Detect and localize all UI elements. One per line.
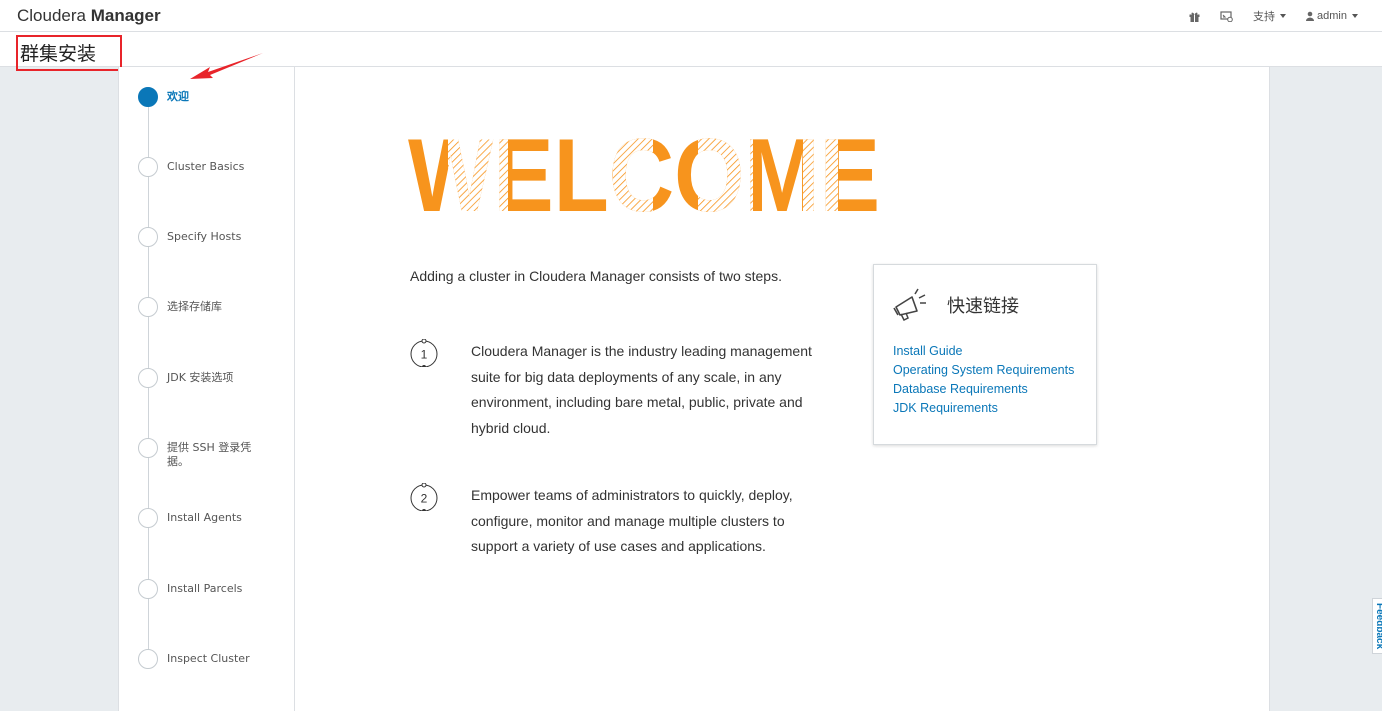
step-9[interactable]: Inspect Cluster xyxy=(138,649,267,669)
step-8[interactable]: Install Parcels xyxy=(138,579,267,599)
link-install-guide[interactable]: Install Guide xyxy=(893,342,1074,361)
admin-label: admin xyxy=(1317,10,1347,22)
step-indicator-icon xyxy=(138,297,158,317)
step-label: 欢迎 xyxy=(167,90,189,103)
step-indicator-icon xyxy=(138,508,158,528)
support-menu[interactable]: 支持 xyxy=(1253,8,1287,24)
admin-menu[interactable]: admin xyxy=(1306,10,1358,22)
welcome-banner: WELCOME WELCOME xyxy=(408,135,880,215)
step-6[interactable]: 提供 SSH 登录凭据。 xyxy=(138,438,267,470)
step-indicator-icon xyxy=(138,438,158,458)
number-1-icon: 1 xyxy=(410,339,438,367)
step-description-2-text: Empower teams of administrators to quick… xyxy=(471,487,793,554)
gift-button[interactable] xyxy=(1189,11,1200,22)
wizard-steps-panel: 欢迎 Cluster Basics Specify Hosts 选择存储库 JDK 安装… xyxy=(118,67,295,711)
caret-down-icon xyxy=(1352,14,1358,18)
step-indicator-icon xyxy=(138,157,158,177)
step-4[interactable]: 选择存储库 xyxy=(138,297,267,317)
number-2: 2 xyxy=(421,492,428,506)
feedback-tab[interactable]: Feedback xyxy=(1372,598,1382,654)
running-commands-button[interactable] xyxy=(1220,10,1233,22)
link-jdk-requirements[interactable]: JDK Requirements xyxy=(893,399,1074,418)
step-1[interactable]: 欢迎 xyxy=(138,87,267,107)
step-indicator-icon xyxy=(138,87,158,107)
quick-links-list: Install Guide Operating System Requireme… xyxy=(893,342,1074,418)
gift-icon xyxy=(1189,12,1200,22)
intro-text: Adding a cluster in Cloudera Manager con… xyxy=(410,268,782,284)
step-indicator-icon xyxy=(138,368,158,388)
step-5[interactable]: JDK 安装选项 xyxy=(138,368,267,388)
step-indicator-icon xyxy=(138,579,158,599)
navbar-right: 支持 admin xyxy=(1189,0,1358,32)
number-1: 1 xyxy=(421,348,428,362)
annotation-highlight-box xyxy=(16,35,122,71)
link-database-requirements[interactable]: Database Requirements xyxy=(893,380,1074,399)
user-icon xyxy=(1306,11,1315,21)
annotation-arrow xyxy=(190,53,263,79)
brand-text-bold: Manager xyxy=(90,6,161,25)
step-label: Specify Hosts xyxy=(167,230,242,243)
top-navbar: Cloudera Manager 支持 admin xyxy=(0,0,1382,32)
quick-links-title: 快速链接 xyxy=(947,296,1019,317)
brand-logo[interactable]: Cloudera Manager xyxy=(17,6,161,26)
running-commands-icon xyxy=(1220,10,1233,22)
step-2[interactable]: Cluster Basics xyxy=(138,157,267,177)
step-label: Cluster Basics xyxy=(167,160,245,173)
number-2-icon: 2 xyxy=(410,483,438,511)
megaphone-icon xyxy=(893,288,926,321)
step-label: Install Agents xyxy=(167,511,242,524)
step-label: 提供 SSH 登录凭据。 xyxy=(167,441,252,469)
step-label: 选择存储库 xyxy=(167,300,222,313)
feedback-label: Feedback xyxy=(1374,603,1382,650)
step-7[interactable]: Install Agents xyxy=(138,508,267,528)
step-indicator-icon xyxy=(138,227,158,247)
quick-links-card: 快速链接 Install Guide Operating System Requ… xyxy=(873,264,1097,445)
brand-text-light: Cloudera xyxy=(17,6,91,25)
step-indicator-icon xyxy=(138,649,158,669)
caret-down-icon xyxy=(1280,14,1287,18)
step-description-1-text: Cloudera Manager is the industry leading… xyxy=(471,343,812,436)
link-os-requirements[interactable]: Operating System Requirements xyxy=(893,361,1074,380)
step-label: JDK 安装选项 xyxy=(167,371,234,384)
step-3[interactable]: Specify Hosts xyxy=(138,227,267,247)
step-label: Inspect Cluster xyxy=(167,652,250,665)
main-content: WELCOME WELCOME Adding a cluster in Clou… xyxy=(295,67,1270,711)
support-label: 支持 xyxy=(1253,11,1276,23)
step-label: Install Parcels xyxy=(167,582,243,595)
